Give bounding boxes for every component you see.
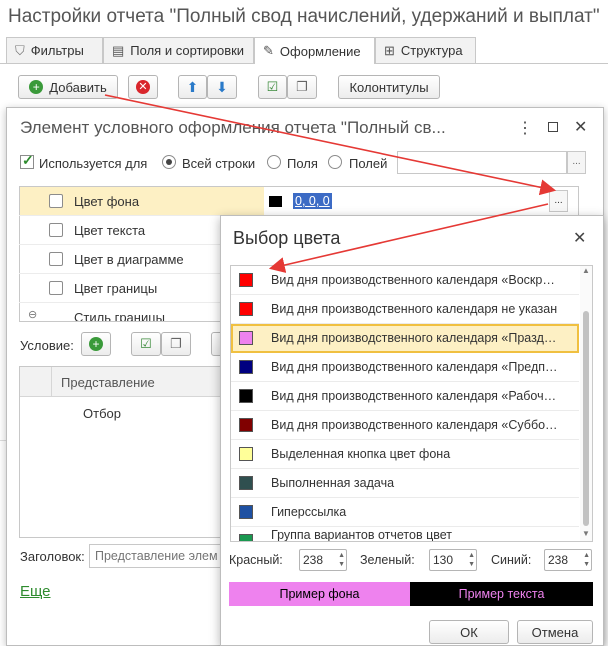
annotation-arrow — [104, 94, 557, 196]
annotation-arrow — [268, 203, 549, 273]
annotation-arrows — [104, 94, 557, 273]
